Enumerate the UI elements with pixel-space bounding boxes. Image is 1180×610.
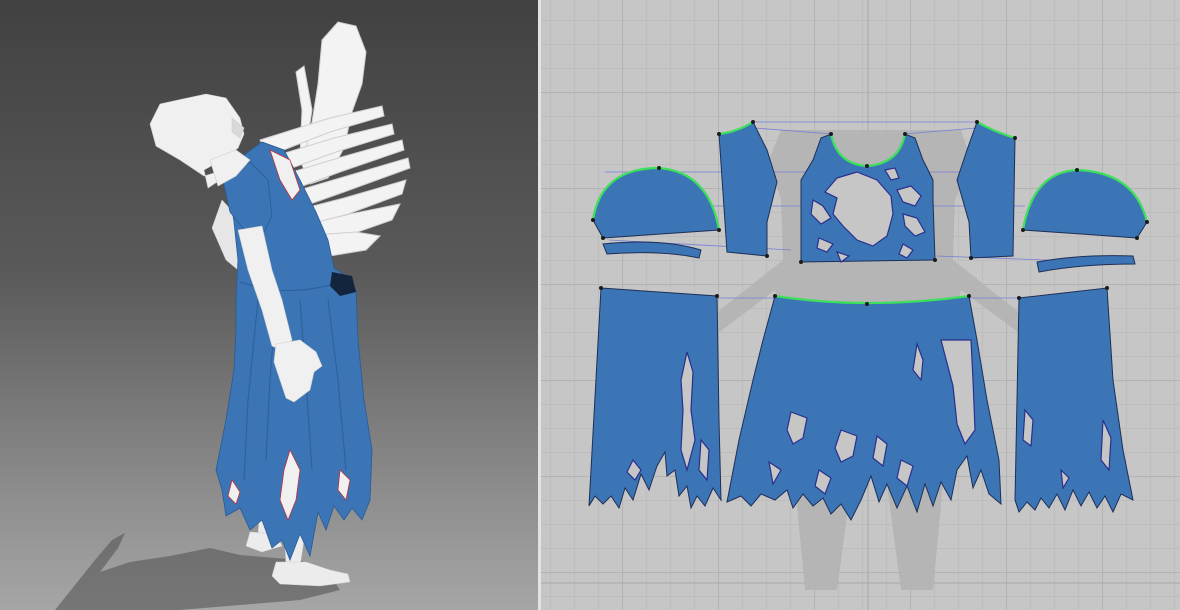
2d-pattern-viewport[interactable] [541,0,1180,610]
pattern-canvas [541,0,1180,610]
left-back-bodice[interactable] [717,120,778,258]
left-back-skirt[interactable] [588,286,722,510]
avatar-head [149,93,251,189]
front-skirt[interactable] [726,294,1002,522]
right-sleeve-cap[interactable] [1021,168,1149,240]
right-sleeve-cuff[interactable] [1036,255,1136,273]
3d-viewport[interactable] [0,0,538,610]
right-back-skirt[interactable] [1014,286,1134,514]
3d-scene [55,21,411,610]
left-sleeve-cap[interactable] [591,166,721,240]
right-back-bodice[interactable] [956,120,1017,260]
